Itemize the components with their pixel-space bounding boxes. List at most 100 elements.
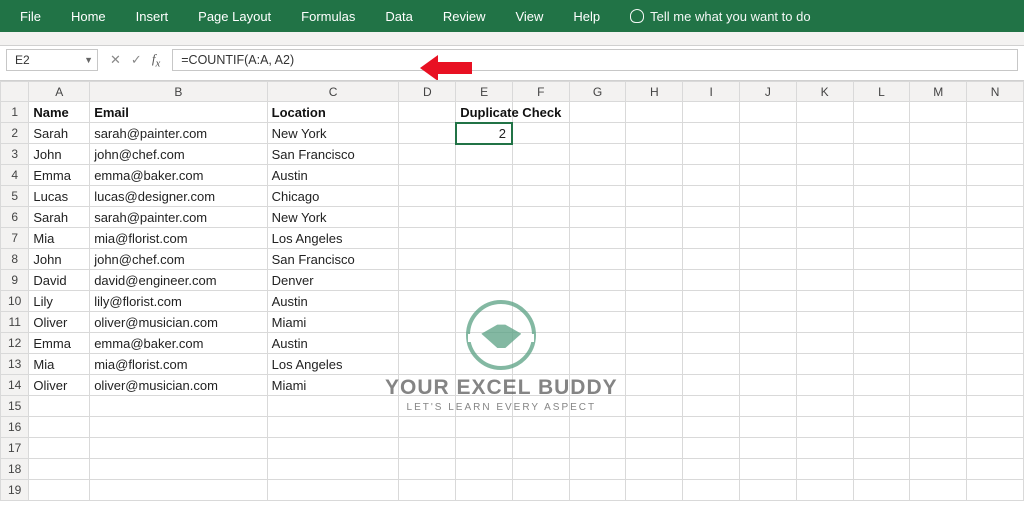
cell[interactable] (569, 102, 626, 123)
cell[interactable] (967, 102, 1024, 123)
cell[interactable] (910, 396, 967, 417)
cell[interactable] (853, 333, 910, 354)
name-box[interactable]: E2 ▼ (6, 49, 98, 71)
cell[interactable] (626, 459, 683, 480)
cell[interactable] (967, 165, 1024, 186)
cell[interactable] (967, 354, 1024, 375)
cell[interactable] (569, 186, 626, 207)
cell[interactable] (796, 459, 853, 480)
cell[interactable] (626, 102, 683, 123)
cell[interactable] (853, 186, 910, 207)
cell[interactable] (853, 354, 910, 375)
cell[interactable] (967, 207, 1024, 228)
cell[interactable] (267, 459, 399, 480)
row-header[interactable]: 13 (1, 354, 29, 375)
cell[interactable] (29, 438, 90, 459)
cell[interactable]: mia@florist.com (90, 228, 267, 249)
cell[interactable] (456, 333, 513, 354)
cell[interactable] (853, 102, 910, 123)
cell[interactable]: Emma (29, 333, 90, 354)
cell[interactable] (796, 228, 853, 249)
cell[interactable] (626, 354, 683, 375)
cell[interactable] (626, 123, 683, 144)
cell[interactable] (796, 123, 853, 144)
cell[interactable]: Los Angeles (267, 354, 399, 375)
cell[interactable] (90, 438, 267, 459)
cell[interactable] (796, 438, 853, 459)
cell[interactable] (740, 417, 797, 438)
row-header[interactable]: 17 (1, 438, 29, 459)
cell[interactable]: Miami (267, 375, 399, 396)
cell[interactable] (740, 228, 797, 249)
cell[interactable] (456, 438, 513, 459)
cell[interactable] (569, 480, 626, 501)
cell[interactable] (683, 165, 740, 186)
cell[interactable] (512, 144, 569, 165)
cell[interactable] (569, 396, 626, 417)
selected-cell[interactable]: 2 (456, 123, 513, 144)
cell[interactable]: Oliver (29, 375, 90, 396)
cell[interactable] (683, 102, 740, 123)
cell[interactable] (456, 186, 513, 207)
cell[interactable] (512, 375, 569, 396)
cell[interactable] (796, 396, 853, 417)
cell[interactable]: Email (90, 102, 267, 123)
cell[interactable] (626, 438, 683, 459)
col-header[interactable]: H (626, 82, 683, 102)
tab-view[interactable]: View (501, 3, 557, 30)
cell[interactable] (796, 417, 853, 438)
cell[interactable] (910, 249, 967, 270)
cell[interactable] (740, 291, 797, 312)
cell[interactable]: Austin (267, 165, 399, 186)
row-header[interactable]: 15 (1, 396, 29, 417)
cell[interactable]: John (29, 144, 90, 165)
cell[interactable] (967, 144, 1024, 165)
cell[interactable] (740, 123, 797, 144)
cell[interactable] (853, 144, 910, 165)
cell[interactable] (569, 375, 626, 396)
cell[interactable] (399, 186, 456, 207)
cell[interactable]: emma@baker.com (90, 165, 267, 186)
row-header[interactable]: 9 (1, 270, 29, 291)
cell[interactable] (967, 333, 1024, 354)
cell[interactable] (796, 312, 853, 333)
cell[interactable] (740, 249, 797, 270)
cell[interactable] (683, 312, 740, 333)
cell[interactable] (740, 186, 797, 207)
cell[interactable] (967, 312, 1024, 333)
cell[interactable] (569, 417, 626, 438)
cell[interactable] (910, 228, 967, 249)
cell[interactable] (569, 228, 626, 249)
cell[interactable] (967, 270, 1024, 291)
cell[interactable] (683, 123, 740, 144)
col-header[interactable]: J (740, 82, 797, 102)
cell[interactable] (910, 291, 967, 312)
cell[interactable] (910, 375, 967, 396)
cell[interactable] (683, 270, 740, 291)
cell[interactable] (910, 459, 967, 480)
cell[interactable] (910, 186, 967, 207)
cell[interactable]: Mia (29, 354, 90, 375)
cell[interactable] (569, 312, 626, 333)
cell[interactable] (456, 417, 513, 438)
row-header[interactable]: 12 (1, 333, 29, 354)
cell[interactable] (267, 438, 399, 459)
cell[interactable] (512, 123, 569, 144)
cell[interactable] (683, 144, 740, 165)
cell[interactable] (512, 333, 569, 354)
cell[interactable] (683, 459, 740, 480)
cell[interactable]: oliver@musician.com (90, 312, 267, 333)
cell[interactable] (740, 459, 797, 480)
cell[interactable] (853, 459, 910, 480)
formula-input[interactable]: =COUNTIF(A:A, A2) (172, 49, 1018, 71)
cell[interactable] (740, 312, 797, 333)
cell[interactable] (512, 207, 569, 228)
cell[interactable] (853, 228, 910, 249)
cell[interactable] (512, 165, 569, 186)
cell[interactable] (683, 417, 740, 438)
cell[interactable] (29, 396, 90, 417)
tab-help[interactable]: Help (559, 3, 614, 30)
cell[interactable] (910, 144, 967, 165)
col-header[interactable]: F (512, 82, 569, 102)
cell[interactable]: San Francisco (267, 144, 399, 165)
